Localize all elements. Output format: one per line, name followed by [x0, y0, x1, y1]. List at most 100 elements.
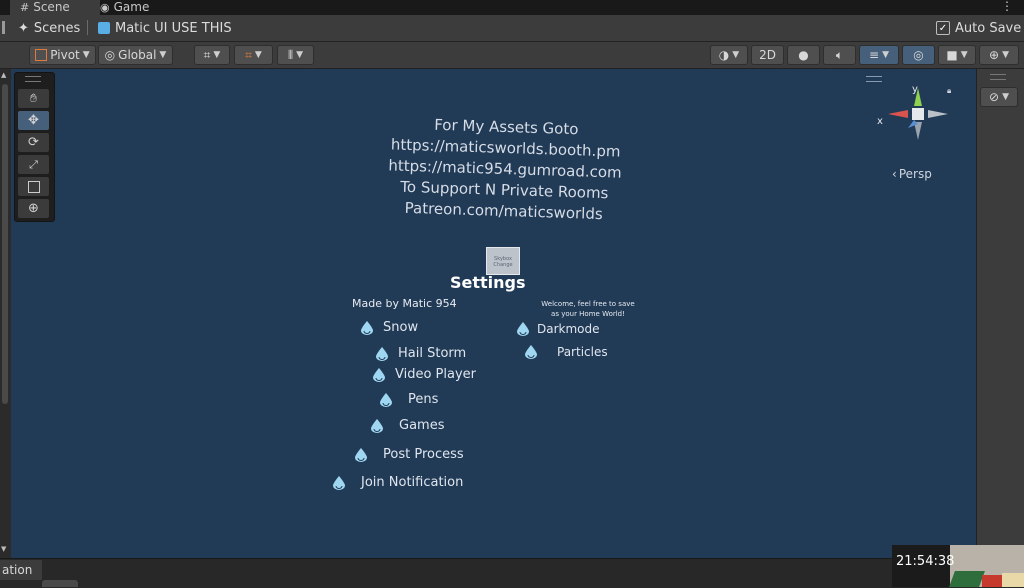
made-by-label: Made by Matic 954	[352, 297, 457, 310]
scene-visibility-toggle[interactable]: ◎	[902, 45, 935, 65]
tab-scene-label: Scene	[33, 0, 70, 14]
effects-dropdown[interactable]: ≡ ▼	[859, 45, 899, 65]
water-drop-icon	[355, 447, 367, 462]
toggle-2d-label: 2D	[759, 48, 776, 62]
cube-icon	[98, 22, 110, 34]
option-games[interactable]: Games	[371, 418, 444, 433]
transform-icon: ⊕	[28, 201, 39, 216]
chevron-down-icon: ▼	[1002, 50, 1009, 60]
global-dropdown[interactable]: ◎ Global ▼	[98, 45, 173, 65]
world-info-text: For My Assets Goto https://maticsworlds.…	[358, 112, 651, 226]
checkbox-icon[interactable]: ✓	[936, 21, 950, 35]
option-label: Hail Storm	[398, 346, 467, 361]
option-post-process[interactable]: Post Process	[355, 447, 464, 462]
overlay-dropdown[interactable]: ⊘ ▼	[980, 87, 1018, 107]
breadcrumb-divider	[87, 20, 88, 35]
decor-shape	[1002, 573, 1024, 587]
grid-snap-dropdown[interactable]: ⌗ ▼	[194, 45, 230, 65]
option-video-player[interactable]: Video Player	[373, 367, 476, 382]
option-label: Darkmode	[537, 322, 600, 336]
audio-toggle[interactable]: 🔈︎	[823, 45, 856, 65]
transform-tool-button[interactable]: ⊕	[18, 199, 49, 218]
option-darkmode[interactable]: Darkmode	[517, 322, 600, 336]
persp-label: Persp	[898, 167, 932, 181]
perspective-toggle[interactable]: ‹ Persp	[892, 167, 948, 181]
option-hail-storm[interactable]: Hail Storm	[376, 346, 466, 361]
tab-scene[interactable]: # Scene	[10, 0, 100, 15]
scroll-up-icon[interactable]: ▲	[1, 72, 9, 79]
water-drop-icon	[333, 475, 345, 490]
bottom-panel	[0, 558, 1024, 588]
camera-dropdown[interactable]: ■ ▼	[938, 45, 976, 65]
palette-grip[interactable]	[25, 76, 41, 82]
lightbulb-icon: ●	[798, 48, 809, 62]
global-label: Global	[118, 48, 157, 62]
scroll-down-icon[interactable]: ▼	[1, 546, 9, 553]
option-particles[interactable]: Particles	[525, 345, 608, 359]
option-label: Post Process	[383, 447, 464, 462]
gamepad-icon: ◉	[100, 1, 110, 14]
water-drop-icon	[376, 346, 388, 361]
toggle-2d-button[interactable]: 2D	[751, 45, 784, 65]
pivot-icon	[35, 49, 48, 61]
chevron-left-icon: ‹	[892, 167, 897, 181]
grid-icon: #	[20, 1, 30, 14]
skybox-change-button[interactable]: Skybox Change	[486, 247, 520, 275]
pivot-label: Pivot	[50, 48, 80, 62]
breadcrumb-current-scene[interactable]: Matic UI USE THIS	[98, 19, 232, 37]
animation-tab[interactable]: ation	[0, 560, 42, 580]
increment-snap-dropdown[interactable]: ⌗ ▼	[234, 45, 273, 65]
more-options-icon[interactable]: ⋮	[1000, 0, 1014, 15]
inspector-strip	[976, 69, 1024, 558]
ruler-dropdown[interactable]: ⫴ ▼	[277, 45, 314, 65]
auto-save-toggle[interactable]: ✓ Auto Save	[936, 19, 1021, 37]
breadcrumb-scenes[interactable]: ✦ Scenes	[18, 19, 80, 37]
tab-game[interactable]: ◉ Game	[100, 0, 170, 15]
option-join-notification[interactable]: Join Notification	[333, 475, 463, 490]
option-label: Join Notification	[361, 475, 464, 490]
rotate-tool-button[interactable]: ⟳	[18, 133, 49, 152]
grid-snap-icon: ⌗	[203, 47, 211, 62]
water-drop-icon	[371, 418, 383, 433]
water-drop-icon	[525, 345, 537, 359]
hand-icon: ✋︎	[30, 91, 37, 105]
scale-tool-button[interactable]: ⤢	[18, 155, 49, 174]
panel-grip[interactable]	[990, 74, 1006, 80]
option-label: Video Player	[395, 367, 477, 382]
hand-tool-button[interactable]: ✋︎	[18, 89, 49, 108]
scale-icon: ⤢	[29, 157, 38, 171]
clock-overlay: 21:54:38	[892, 545, 1024, 587]
decor-shape	[949, 571, 985, 587]
welcome-line-1: Welcome, feel free to save	[541, 300, 635, 308]
move-tool-button[interactable]: ✥	[18, 111, 49, 130]
option-snow[interactable]: Snow	[361, 320, 418, 335]
option-label: Pens	[408, 392, 439, 407]
gizmos-dropdown[interactable]: ⊕ ▼	[979, 45, 1019, 65]
gizmo-grip[interactable]	[866, 76, 882, 82]
breadcrumb-current-label: Matic UI USE THIS	[115, 20, 232, 36]
option-label: Snow	[383, 320, 419, 335]
water-drop-icon	[380, 392, 392, 407]
water-drop-icon	[517, 322, 529, 336]
gizmo-x-label: x	[877, 116, 883, 127]
change-label: Change	[493, 262, 513, 268]
settings-title: Settings	[450, 273, 526, 292]
option-pens[interactable]: Pens	[380, 392, 438, 407]
chevron-down-icon: ▼	[254, 50, 262, 60]
layers-icon: ≡	[869, 48, 880, 62]
decor-shape	[982, 575, 1002, 587]
water-drop-icon	[361, 320, 373, 335]
rotate-icon: ⟳	[28, 135, 39, 150]
chevron-down-icon: ▼	[296, 50, 303, 60]
bottom-tab-stub[interactable]	[42, 580, 78, 587]
shading-sphere-icon: ◑	[718, 48, 730, 62]
rect-tool-button[interactable]	[18, 177, 49, 196]
pivot-dropdown[interactable]: Pivot ▼	[29, 45, 96, 65]
vertical-scrollbar[interactable]	[2, 84, 8, 404]
lighting-toggle[interactable]: ●	[787, 45, 820, 65]
draw-mode-dropdown[interactable]: ◑ ▼	[710, 45, 748, 65]
welcome-note: Welcome, feel free to save as your Home …	[540, 299, 636, 319]
chevron-down-icon: ▼	[82, 50, 90, 60]
auto-save-label: Auto Save	[955, 20, 1022, 36]
animation-tab-label: ation	[2, 563, 33, 577]
